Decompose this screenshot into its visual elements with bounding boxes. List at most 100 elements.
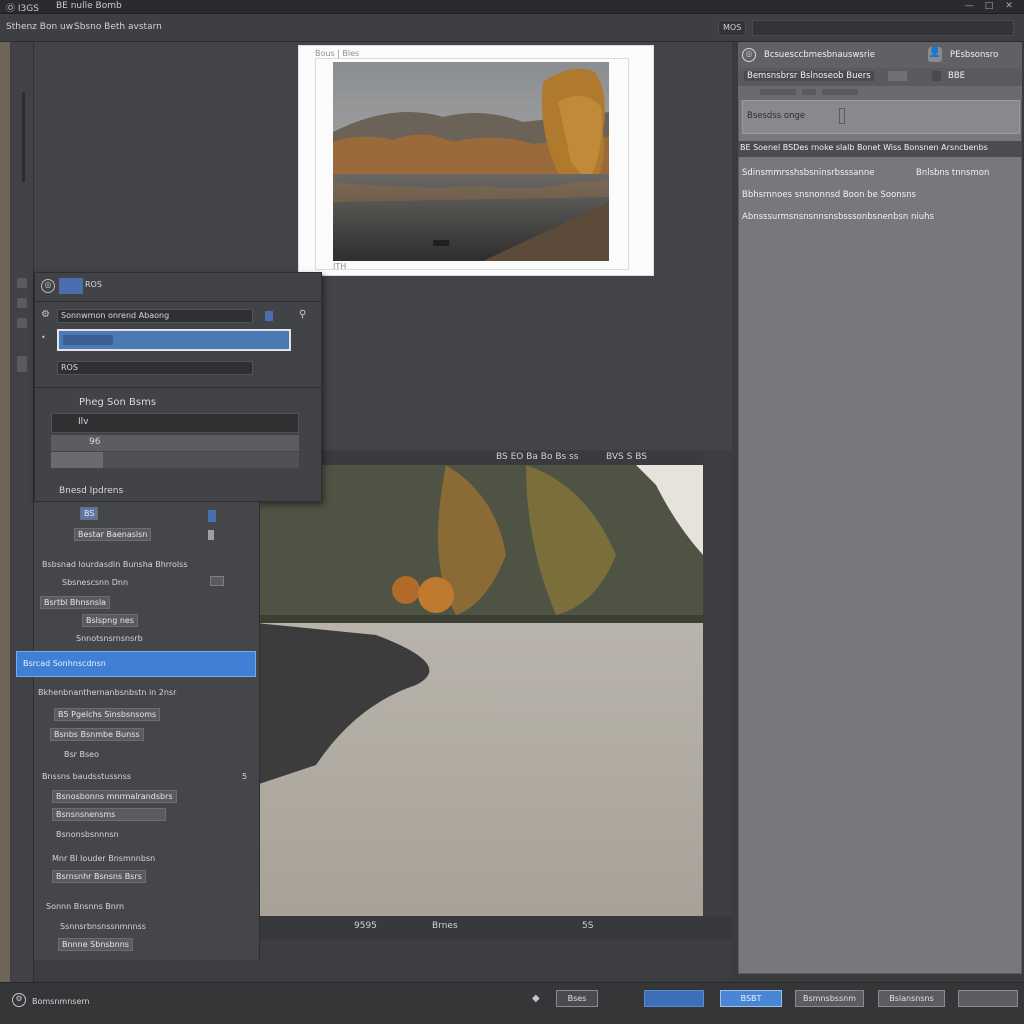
status-value-c: 5S <box>582 921 594 931</box>
properties-icon[interactable]: ◎ <box>742 48 756 62</box>
group-1-row-4[interactable]: Snnotsnsrnsnsrb <box>76 634 143 643</box>
properties-subheader: Bemsnsbrsr Bslnoseob Buers BBE <box>738 68 1022 86</box>
properties-panel <box>738 42 1022 974</box>
group-1-title: Bsbsnad lourdasdin Bunsha Bhrrolss <box>42 560 188 569</box>
tab-2[interactable] <box>802 89 816 95</box>
group-5-row-1[interactable]: Ssnnsrbnsnssnmnnss <box>60 922 146 931</box>
field-3-label: ROS <box>61 363 78 372</box>
menu-item-1[interactable]: Sthenz Bon uw <box>6 22 73 32</box>
properties-tabs <box>738 86 1022 100</box>
zoom-box[interactable]: MOS <box>718 20 746 36</box>
item-2-label: 96 <box>89 437 101 447</box>
group-3-row-2[interactable]: Bsnsnsnensms <box>52 808 166 821</box>
dialog-section-title: Pheg Son Bsms <box>79 397 157 408</box>
layers-panel: BS Bestar Baenaslsn Bsbsnad lourdasdin B… <box>34 502 260 960</box>
tab-1[interactable] <box>760 89 796 95</box>
dialog-field-1[interactable]: Sonnwmon onrend Abaong <box>57 309 253 323</box>
selected-layer-label: Bsrcad Sonhnscdnsn <box>23 659 106 668</box>
minimize-button[interactable]: — <box>962 1 976 12</box>
group-3-title: Bnssns baudsstussnss <box>42 772 132 781</box>
group-1-row-1[interactable]: Sbsnescsnn Dnn <box>62 578 128 587</box>
status-button-1[interactable] <box>644 990 704 1007</box>
group-3-row-3[interactable]: Bsnonsbsnnnsn <box>56 830 119 839</box>
tool-icon-4[interactable] <box>17 356 27 372</box>
group-2-row-3[interactable]: Bsr Bseo <box>64 750 99 759</box>
maximize-button[interactable]: □ <box>982 1 996 12</box>
properties-section-header[interactable]: BE Soenel BSDes rnoke slalb Bonet Wiss B… <box>738 141 1022 157</box>
group-1-row-2[interactable]: Bsrtbl Bhnsnsla <box>40 596 111 609</box>
properties-title: Bcsuesccbmesbnauswsrie <box>764 50 875 60</box>
item-1-label: Ilv <box>78 417 89 427</box>
dialog-tab-active[interactable] <box>59 278 83 294</box>
settings-icon[interactable]: ⚙ <box>41 309 50 320</box>
left-edge <box>0 42 10 982</box>
status-bar: ⚙ Bomsnmnsern ◆ <box>0 982 1024 1024</box>
property-line-1-left: Sdinsmmrsshsbsninsrbsssanne <box>742 168 875 178</box>
status-button-4[interactable]: Bslansnsns <box>878 990 945 1007</box>
floating-dialog: ◎ ROS ⚙ Sonnwmon onrend Abaong ⚲ • ROS P… <box>34 272 323 502</box>
ruler-label: BS EO Ba Bo Bs ss <box>496 452 579 462</box>
dialog-item-3[interactable] <box>51 452 299 468</box>
window-title: BE nulle Bomb <box>56 1 122 11</box>
group-1-row-3[interactable]: Bslspng nes <box>82 614 138 627</box>
status-button-2[interactable]: BSBT <box>720 990 782 1007</box>
dialog-divider <box>35 301 323 302</box>
lake-photo[interactable] <box>333 62 609 261</box>
group-4-row-1[interactable]: Bsrnsnhr Bsnsns Bsrs <box>52 870 146 883</box>
toolbar-field[interactable] <box>752 20 1014 36</box>
dialog-item-2[interactable]: 96 <box>51 435 299 451</box>
subheader-button[interactable] <box>888 71 907 81</box>
property-line-1-right: Bnlsbns tnnsmon <box>916 168 990 178</box>
subheader-button-2[interactable] <box>932 71 941 81</box>
dialog-item-1[interactable]: Ilv <box>51 413 299 433</box>
close-button[interactable]: ✕ <box>1002 1 1016 12</box>
dialog-selected-field[interactable] <box>57 329 291 351</box>
frame-bottom-label: ITH <box>333 262 347 271</box>
row-1-toggle[interactable] <box>210 576 224 586</box>
title-bar: Ⓞ I3GS BE nulle Bomb — □ ✕ <box>0 0 1024 14</box>
status-button-5[interactable] <box>958 990 1018 1007</box>
frame-top-label: Bous | Bles <box>315 49 360 58</box>
person-icon[interactable]: 👤 <box>928 47 942 62</box>
autumn-road-photo[interactable] <box>256 465 703 916</box>
diamond-icon[interactable]: ◆ <box>532 993 540 1004</box>
subheader-text: Bemsnsbrsr Bslnoseob Buers <box>744 71 874 81</box>
selected-field-fill <box>63 335 113 345</box>
tool-icon-3[interactable] <box>17 318 27 328</box>
selected-layer-row[interactable]: Bsrcad Sonhnscdnsn <box>16 651 256 677</box>
properties-header-button[interactable]: PEsbsonsro <box>950 50 998 60</box>
tool-strip <box>10 42 34 982</box>
status-icon[interactable]: ⚙ <box>12 993 26 1007</box>
dialog-close-icon[interactable]: ◎ <box>41 279 55 293</box>
wide-chip[interactable]: Bestar Baenaslsn <box>74 528 152 541</box>
property-line-2: Bbhsrnnoes snsnonnsd Boon be Soonsns <box>742 190 916 200</box>
tool-icon-1[interactable] <box>17 278 27 288</box>
group-3-row-1[interactable]: Bsnosbonns mnrmalrandsbrs <box>52 790 177 803</box>
status-text: Bomsnmnsern <box>32 997 90 1006</box>
status-button-3[interactable]: Bsmnsbssnm <box>795 990 864 1007</box>
tab-3[interactable] <box>822 89 858 95</box>
property-line-3: Abnsssurmsnsnsnnsnsbsssonbsnenbsn niuhs <box>742 212 934 222</box>
small-status-button[interactable]: Bses <box>556 990 598 1007</box>
top-ruler: BS EO Ba Bo Bs ss BVS S BS <box>256 451 703 465</box>
app-name: Ⓞ I3GS <box>6 4 39 14</box>
autumn-road-image <box>256 465 703 916</box>
chip-toggle-2[interactable] <box>208 530 214 540</box>
link-icon[interactable]: ⚲ <box>299 309 306 320</box>
chip-toggle-1[interactable] <box>208 510 216 522</box>
menu-item-2[interactable]: Sbsno Beth avstarn <box>74 22 162 32</box>
small-chip[interactable]: BS <box>80 507 99 520</box>
item-3-fill <box>51 452 103 468</box>
properties-input-box[interactable]: Bsesdss onge <box>742 100 1020 134</box>
tool-icon-2[interactable] <box>17 298 27 308</box>
group-2-row-1[interactable]: B5 Pgelchs Sinsbsnsoms <box>54 708 161 721</box>
canvas-status-bar: 9595 Brnes 5S <box>256 916 732 940</box>
field-1-button[interactable] <box>265 311 273 321</box>
subheader-value: BBE <box>948 71 966 81</box>
scroll-track[interactable] <box>22 92 25 182</box>
field-1-label: Sonnwmon onrend Abaong <box>61 311 170 320</box>
dialog-field-3[interactable]: ROS <box>57 361 253 375</box>
group-5-row-2[interactable]: Bnnne Sbnsbnns <box>58 938 133 951</box>
group-2-row-2[interactable]: Bsnbs Bsnmbe Bunss <box>50 728 144 741</box>
ruler-right-label: BVS S BS <box>606 452 647 462</box>
